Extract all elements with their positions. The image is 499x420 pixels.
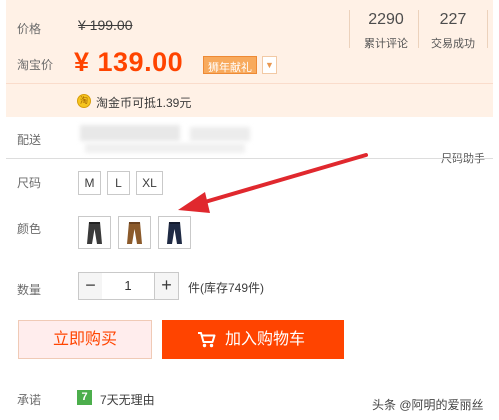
quantity-label: 数量: [17, 283, 42, 297]
add-to-cart-button[interactable]: 加入购物车: [162, 320, 344, 359]
quantity-input[interactable]: 1: [102, 272, 154, 300]
shopping-cart-icon: [198, 332, 216, 348]
buy-now-button[interactable]: 立即购买: [18, 320, 152, 359]
seven-day-return-icon: 7: [77, 390, 92, 405]
watermark: 头条 @阿明的爱丽丝: [372, 398, 484, 412]
add-to-cart-label: 加入购物车: [225, 331, 306, 348]
promise-label: 承诺: [17, 393, 42, 407]
quantity-minus-button[interactable]: −: [78, 272, 103, 300]
stock-text: 件(库存749件): [188, 281, 265, 295]
quantity-plus-button[interactable]: +: [154, 272, 179, 300]
promise-text[interactable]: 7天无理由: [100, 391, 155, 408]
